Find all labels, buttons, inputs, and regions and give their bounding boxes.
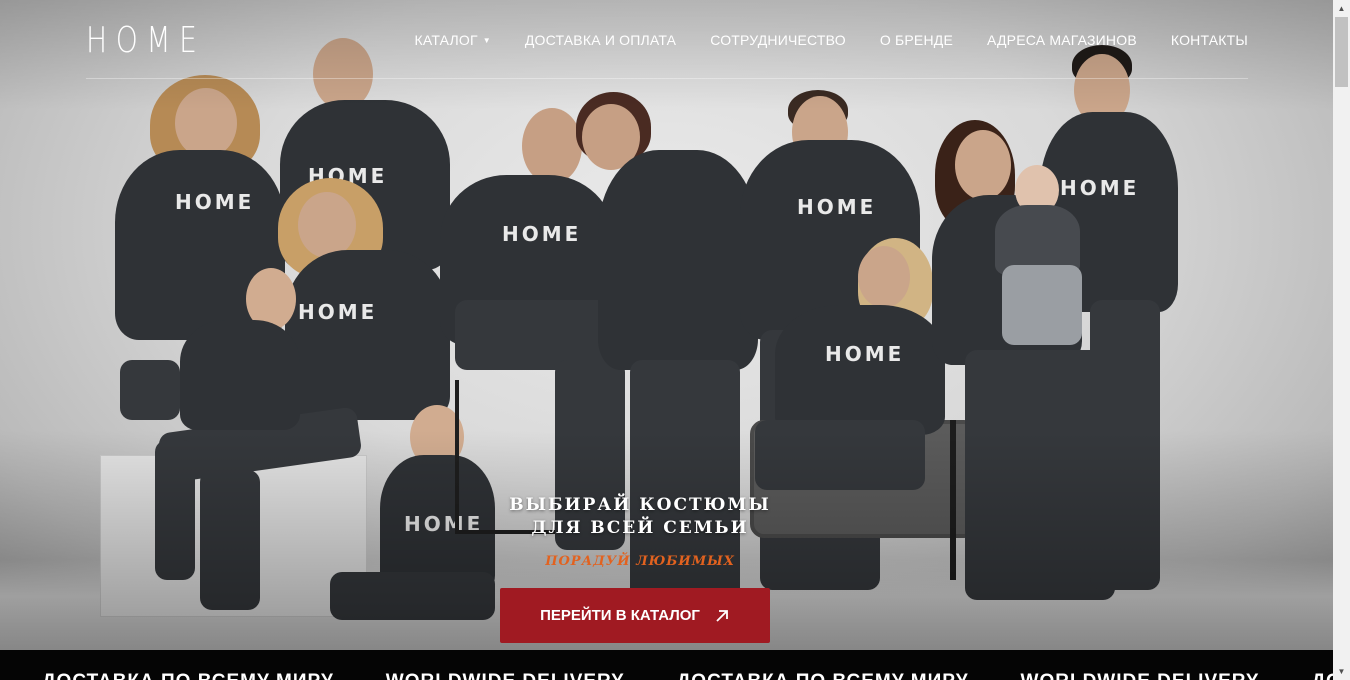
caret-down-icon: ▼	[482, 35, 491, 45]
nav-item-contacts[interactable]: КОНТАКТЫ	[1171, 32, 1248, 48]
scrollbar-thumb[interactable]	[1335, 17, 1348, 87]
nav-item-label: СОТРУДНИЧЕСТВО	[710, 32, 846, 48]
hoodie-print: HOME	[502, 222, 582, 246]
nav-item-about[interactable]: О БРЕНДЕ	[880, 32, 953, 48]
nav-item-label: КОНТАКТЫ	[1170, 32, 1248, 48]
page-scrollbar[interactable]: ▲ ▼	[1333, 0, 1350, 680]
main-nav: КАТАЛОГ ▼ ДОСТАВКА И ОПЛАТА СОТРУДНИЧЕСТ…	[415, 32, 1248, 48]
nav-item-label: КАТАЛОГ	[414, 32, 478, 48]
ticker-item: ДОСТАВКА ПО ВСЕМУ МИРУ	[677, 671, 969, 680]
nav-item-label: О БРЕНДЕ	[879, 32, 953, 48]
ticker-item: ДОСТАВКА ПО ВСЕМУ МИРУ	[42, 671, 334, 680]
nav-item-label: АДРЕСА МАГАЗИНОВ	[987, 32, 1137, 48]
nav-item-catalog[interactable]: КАТАЛОГ ▼	[415, 32, 491, 48]
delivery-ticker: ДОСТАВКА ПО ВСЕМУ МИРУ WORLDWIDE DELIVER…	[0, 650, 1333, 680]
hero-tagline: ПОРАДУЙ ЛЮБИМЫХ	[545, 554, 735, 569]
headline-line-1: ВЫБИРАЙ КОСТЮМЫ	[509, 495, 771, 515]
hoodie-print: HOME	[1060, 176, 1140, 200]
headline-line-2: ДЛЯ ВСЕЙ СЕМЬИ	[531, 518, 749, 538]
hoodie-print: HOME	[175, 190, 255, 214]
ticker-item: ДОСТАВКА	[1312, 671, 1334, 680]
hero-headline: ВЫБИРАЙ КОСТЮМЫ ДЛЯ ВСЕЙ СЕМЬИ	[440, 494, 840, 540]
cta-label: ПЕРЕЙТИ В КАТАЛОГ	[540, 607, 700, 624]
scroll-up-icon[interactable]: ▲	[1333, 0, 1350, 17]
ticker-track: ДОСТАВКА ПО ВСЕМУ МИРУ WORLDWIDE DELIVER…	[42, 671, 1333, 680]
site-header: HOME КАТАЛОГ ▼ ДОСТАВКА И ОПЛАТА СОТРУДН…	[86, 18, 1248, 80]
hero-banner: HOME HOME HOME HOME HOME HOME HOME HOME …	[0, 0, 1333, 650]
hoodie-print: HOME	[825, 342, 905, 366]
hoodie-print: HOME	[298, 300, 378, 324]
brand-logo[interactable]: HOME	[86, 20, 206, 61]
arrow-up-right-icon	[716, 609, 728, 622]
hoodie-print: HOME	[797, 195, 877, 219]
nav-item-label: ДОСТАВКА И ОПЛАТА	[524, 32, 677, 48]
ticker-item: WORLDWIDE DELIVERY	[1021, 671, 1260, 680]
header-divider	[86, 78, 1248, 79]
nav-item-stores[interactable]: АДРЕСА МАГАЗИНОВ	[987, 32, 1137, 48]
ticker-item: WORLDWIDE DELIVERY	[386, 671, 625, 680]
hero-text-block: ВЫБИРАЙ КОСТЮМЫ ДЛЯ ВСЕЙ СЕМЬИ ПОРАДУЙ Л…	[440, 494, 840, 569]
nav-item-delivery[interactable]: ДОСТАВКА И ОПЛАТА	[525, 32, 676, 48]
nav-item-cooperation[interactable]: СОТРУДНИЧЕСТВО	[710, 32, 846, 48]
go-to-catalog-button[interactable]: ПЕРЕЙТИ В КАТАЛОГ	[500, 588, 770, 643]
scroll-down-icon[interactable]: ▼	[1333, 663, 1350, 680]
